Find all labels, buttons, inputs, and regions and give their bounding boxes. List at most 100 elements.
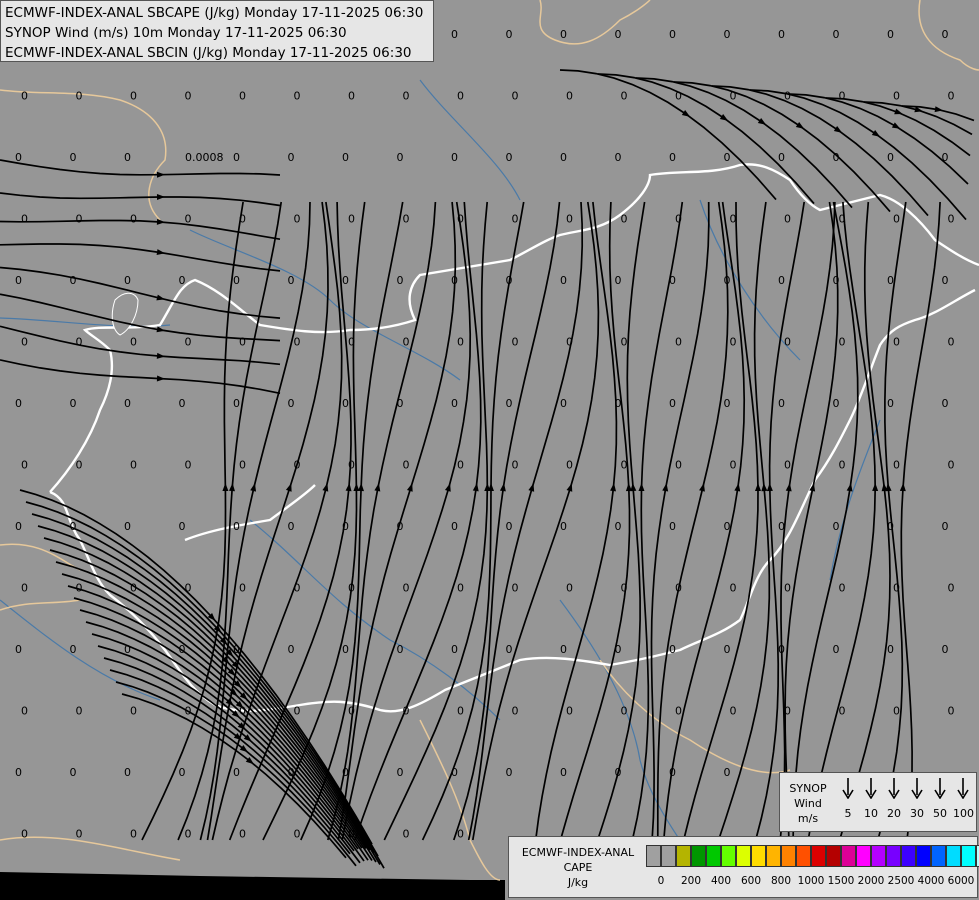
value-label-special: 0.0008: [185, 151, 224, 164]
wind-legend-item: 20: [884, 777, 904, 820]
wind-speed-label: 100: [953, 807, 974, 820]
value-label: 0: [730, 90, 737, 103]
value-label: 0: [185, 213, 192, 226]
value-label: 0: [348, 828, 355, 841]
cape-color-swatch: [766, 845, 781, 867]
value-label: 0: [566, 705, 573, 718]
value-label: 0: [288, 151, 295, 164]
value-label: 0: [506, 28, 513, 41]
value-label: 0: [669, 274, 676, 287]
wind-speed-label: 10: [864, 807, 878, 820]
value-label: 0: [403, 336, 410, 349]
value-label: 0: [457, 459, 464, 472]
value-label: 0: [778, 643, 785, 656]
wind-legend-item: 30: [907, 777, 927, 820]
value-label: 0: [451, 643, 458, 656]
value-label: 0: [887, 28, 894, 41]
value-label: 0: [76, 705, 83, 718]
value-label: 0: [784, 90, 791, 103]
value-label: 0: [457, 213, 464, 226]
value-label: 0: [730, 705, 737, 718]
value-label: 0: [403, 90, 410, 103]
value-label: 0: [457, 828, 464, 841]
value-label: 0: [833, 274, 840, 287]
value-label: 0: [130, 336, 137, 349]
value-label: 0: [724, 274, 731, 287]
value-label: 0: [70, 151, 77, 164]
cape-color-swatch: [676, 845, 691, 867]
value-label: 0: [566, 336, 573, 349]
wind-legend-item: 5: [838, 777, 858, 820]
value-label: 0: [784, 459, 791, 472]
arrow-down-icon: [842, 778, 854, 799]
value-label: 0: [512, 459, 519, 472]
value-label: 0: [615, 766, 622, 779]
cape-tick-label: 0: [657, 875, 665, 887]
value-label: 0: [130, 90, 137, 103]
value-label: 0: [185, 336, 192, 349]
wind-legend-title: SYNOP Wind m/s: [789, 782, 827, 825]
value-label: 0: [833, 397, 840, 410]
value-label: 0: [348, 459, 355, 472]
value-label: 0: [294, 459, 301, 472]
value-label: 0: [342, 151, 349, 164]
value-label: 0: [179, 643, 186, 656]
value-label: 0: [233, 520, 240, 533]
cape-color-swatch: [721, 845, 736, 867]
value-label: 0: [342, 889, 349, 900]
value-label: 0: [778, 397, 785, 410]
value-label: 0: [839, 705, 846, 718]
value-label: 0: [839, 582, 846, 595]
value-label: 0: [675, 213, 682, 226]
value-label: 0: [403, 459, 410, 472]
value-label: 0: [506, 274, 513, 287]
cape-color-swatch: [826, 845, 841, 867]
value-label: 0: [130, 582, 137, 595]
value-label: 0: [239, 582, 246, 595]
cape-color-swatch: [796, 845, 811, 867]
value-label: 0: [124, 274, 131, 287]
value-label: 0: [348, 90, 355, 103]
value-label: 0: [21, 705, 28, 718]
value-label: 0: [615, 274, 622, 287]
value-label: 0: [675, 90, 682, 103]
value-label: 0: [948, 213, 955, 226]
value-label: 0: [512, 213, 519, 226]
value-label: 0: [21, 582, 28, 595]
value-label: 0: [348, 582, 355, 595]
value-label: 0: [124, 643, 131, 656]
arrow-down-icon: [888, 778, 900, 799]
value-label: 0: [70, 520, 77, 533]
cape-color-swatch: [751, 845, 766, 867]
value-label: 0: [76, 213, 83, 226]
value-label: 0: [560, 520, 567, 533]
cape-tick-label: 1000: [797, 875, 825, 887]
value-label: 0: [506, 520, 513, 533]
value-label: 0: [893, 705, 900, 718]
value-label: 0: [615, 28, 622, 41]
value-label: 0: [403, 828, 410, 841]
value-label: 0: [397, 643, 404, 656]
value-label: 0: [76, 336, 83, 349]
value-label: 0: [179, 274, 186, 287]
value-label: 0: [621, 705, 628, 718]
value-label: 0: [512, 336, 519, 349]
value-label: 0: [948, 705, 955, 718]
value-label: 0: [457, 336, 464, 349]
value-label: 0: [288, 520, 295, 533]
value-label: 0: [506, 397, 513, 410]
value-label: 0: [294, 582, 301, 595]
value-label: 0: [566, 90, 573, 103]
value-label: 0: [342, 397, 349, 410]
value-label: 0: [506, 151, 513, 164]
title-line-cape: ECMWF-INDEX-ANAL SBCAPE (J/kg) Monday 17…: [5, 5, 424, 21]
value-label: 0: [76, 459, 83, 472]
value-label: 0: [669, 643, 676, 656]
value-label: 0: [730, 336, 737, 349]
value-label: 0: [724, 643, 731, 656]
value-label: 0: [179, 397, 186, 410]
wind-speed-label: 5: [844, 807, 852, 820]
value-label: 0: [233, 766, 240, 779]
value-label: 0: [403, 213, 410, 226]
arrow-down-icon: [934, 778, 946, 799]
